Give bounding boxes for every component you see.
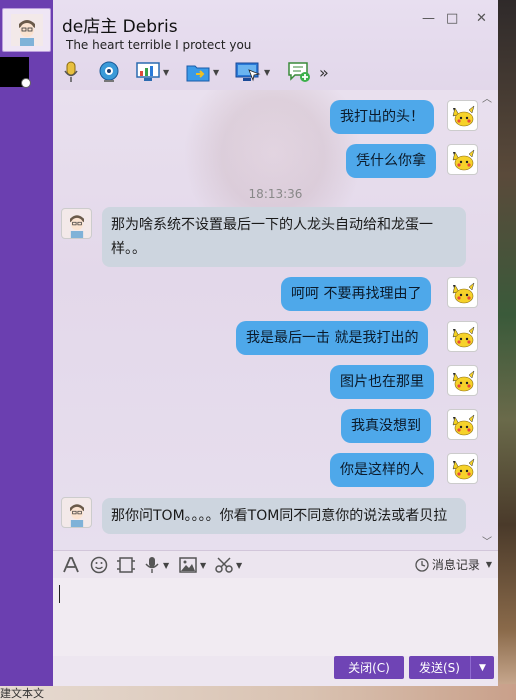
send-button[interactable]: 发送(S) (409, 656, 470, 679)
pikachu-avatar[interactable] (447, 365, 478, 396)
file-transfer-icon (186, 65, 210, 82)
chat-toolbar: ▼ ▼ ▼ » (53, 58, 498, 86)
avatar-icon (69, 214, 84, 238)
desktop-taskbar-strip: 建文本文 (0, 684, 516, 700)
pikachu-icon (452, 325, 474, 347)
rail-avatar-active[interactable] (2, 8, 51, 52)
rail-contact-thumb[interactable] (0, 57, 31, 88)
pikachu-icon (452, 104, 474, 126)
desktop-background (498, 0, 516, 700)
message-bubble-outgoing[interactable]: 我真没想到 (341, 409, 431, 443)
message-bubble-incoming[interactable]: 那你问TOM。。。。你看TOM同不同意你的说法或者贝拉 (102, 498, 466, 534)
image-icon (179, 557, 197, 573)
screenshot-icon (117, 557, 135, 573)
desktop-file-label: 建文本文 (0, 687, 44, 700)
message-bubble-outgoing[interactable]: 凭什么你拿 (346, 144, 436, 178)
message-bubble-outgoing[interactable]: 我打出的头！ (330, 100, 434, 134)
message-bubble-outgoing[interactable]: 图片也在那里 (330, 365, 434, 399)
chevron-down-icon[interactable]: ▼ (486, 560, 492, 569)
chat-window: de店主 Debris The heart terrible I protect… (0, 0, 498, 686)
message-bubble-outgoing[interactable]: 你是这样的人 (330, 453, 434, 487)
chevron-down-icon[interactable]: ▼ (163, 68, 169, 77)
message-bubble-incoming[interactable]: 那为啥系统不设置最后一下的人龙头自动给和龙蛋一样。。 (102, 207, 466, 267)
contact-avatar[interactable] (61, 208, 92, 239)
chat-footer: 关闭(C) 发送(S) ▼ (53, 656, 498, 686)
pikachu-icon (452, 281, 474, 303)
cut-button[interactable]: ▼ (215, 556, 242, 574)
avatar-icon (10, 14, 43, 46)
voice-message-button[interactable]: ▼ (144, 556, 169, 574)
avatar-icon (69, 503, 84, 527)
add-app-button[interactable] (287, 60, 311, 84)
message-bubble-outgoing[interactable]: 呵呵 不要再找理由了 (281, 277, 432, 311)
pikachu-icon (452, 369, 474, 391)
emoji-button[interactable] (90, 556, 108, 574)
pikachu-icon (452, 148, 474, 170)
contact-avatar[interactable] (61, 497, 92, 528)
close-button[interactable]: 关闭(C) (334, 656, 404, 679)
image-button[interactable]: ▼ (179, 556, 206, 574)
scroll-down-icon[interactable]: ﹀ (482, 533, 492, 548)
file-transfer-button[interactable]: ▼ (186, 60, 219, 84)
chevron-down-icon[interactable]: ▼ (163, 561, 169, 570)
chevron-down-icon[interactable]: ▼ (236, 561, 242, 570)
screen-share-icon (136, 62, 160, 81)
chevron-down-icon[interactable]: ▼ (200, 561, 206, 570)
font-button[interactable] (62, 556, 80, 574)
font-icon (63, 557, 79, 573)
emoji-icon (90, 556, 108, 574)
message-input[interactable] (53, 578, 498, 656)
more-tools-button[interactable]: » (319, 60, 329, 84)
pikachu-avatar[interactable] (447, 144, 478, 175)
text-cursor (59, 585, 60, 603)
contact-name[interactable]: de店主 Debris (62, 12, 178, 37)
clock-icon (21, 78, 31, 88)
screenshot-button[interactable] (116, 556, 136, 574)
chat-header: de店主 Debris The heart terrible I protect… (53, 0, 498, 90)
chevron-down-icon[interactable]: ▼ (213, 68, 219, 77)
pikachu-avatar[interactable] (447, 277, 478, 308)
pikachu-avatar[interactable] (447, 409, 478, 440)
voice-call-button[interactable] (62, 60, 80, 84)
send-options-chevron-icon[interactable]: ▼ (470, 656, 494, 679)
message-bubble-outgoing[interactable]: 我是最后一击 就是我打出的 (236, 321, 429, 355)
message-history-label: 消息记录 (431, 558, 480, 572)
video-call-icon (99, 61, 119, 82)
maximize-button[interactable]: □ (446, 11, 458, 26)
minimize-button[interactable]: — (422, 11, 435, 26)
remote-assist-button[interactable]: ▼ (235, 60, 270, 84)
scroll-up-icon[interactable]: ︿ (482, 90, 492, 105)
voice-icon (145, 557, 159, 573)
left-rail (0, 0, 53, 686)
chevron-down-icon[interactable]: ▼ (264, 68, 270, 77)
screen-share-button[interactable]: ▼ (136, 60, 169, 84)
pikachu-avatar[interactable] (447, 321, 478, 352)
pikachu-avatar[interactable] (447, 100, 478, 131)
message-list[interactable]: ︿ 我打出的头！ 凭什么你拿 18:13:36 那为啥系统不设置最后一下的人龙头… (53, 90, 498, 550)
contact-signature: The heart terrible I protect you (66, 38, 252, 52)
video-call-button[interactable] (98, 60, 120, 84)
add-app-icon (288, 62, 310, 82)
close-window-button[interactable]: ✕ (476, 11, 487, 26)
pikachu-avatar[interactable] (447, 453, 478, 484)
mic-icon (64, 61, 78, 82)
remote-assist-icon (235, 62, 261, 82)
message-timestamp: 18:13:36 (248, 187, 303, 201)
scissors-icon (215, 557, 233, 573)
input-toolbar: ▼ ▼ ▼ 消息记录 ▼ (53, 550, 498, 578)
message-history-button[interactable]: 消息记录 ▼ (415, 556, 492, 573)
clock-icon (415, 557, 429, 572)
pikachu-icon (452, 457, 474, 479)
pikachu-icon (452, 413, 474, 435)
